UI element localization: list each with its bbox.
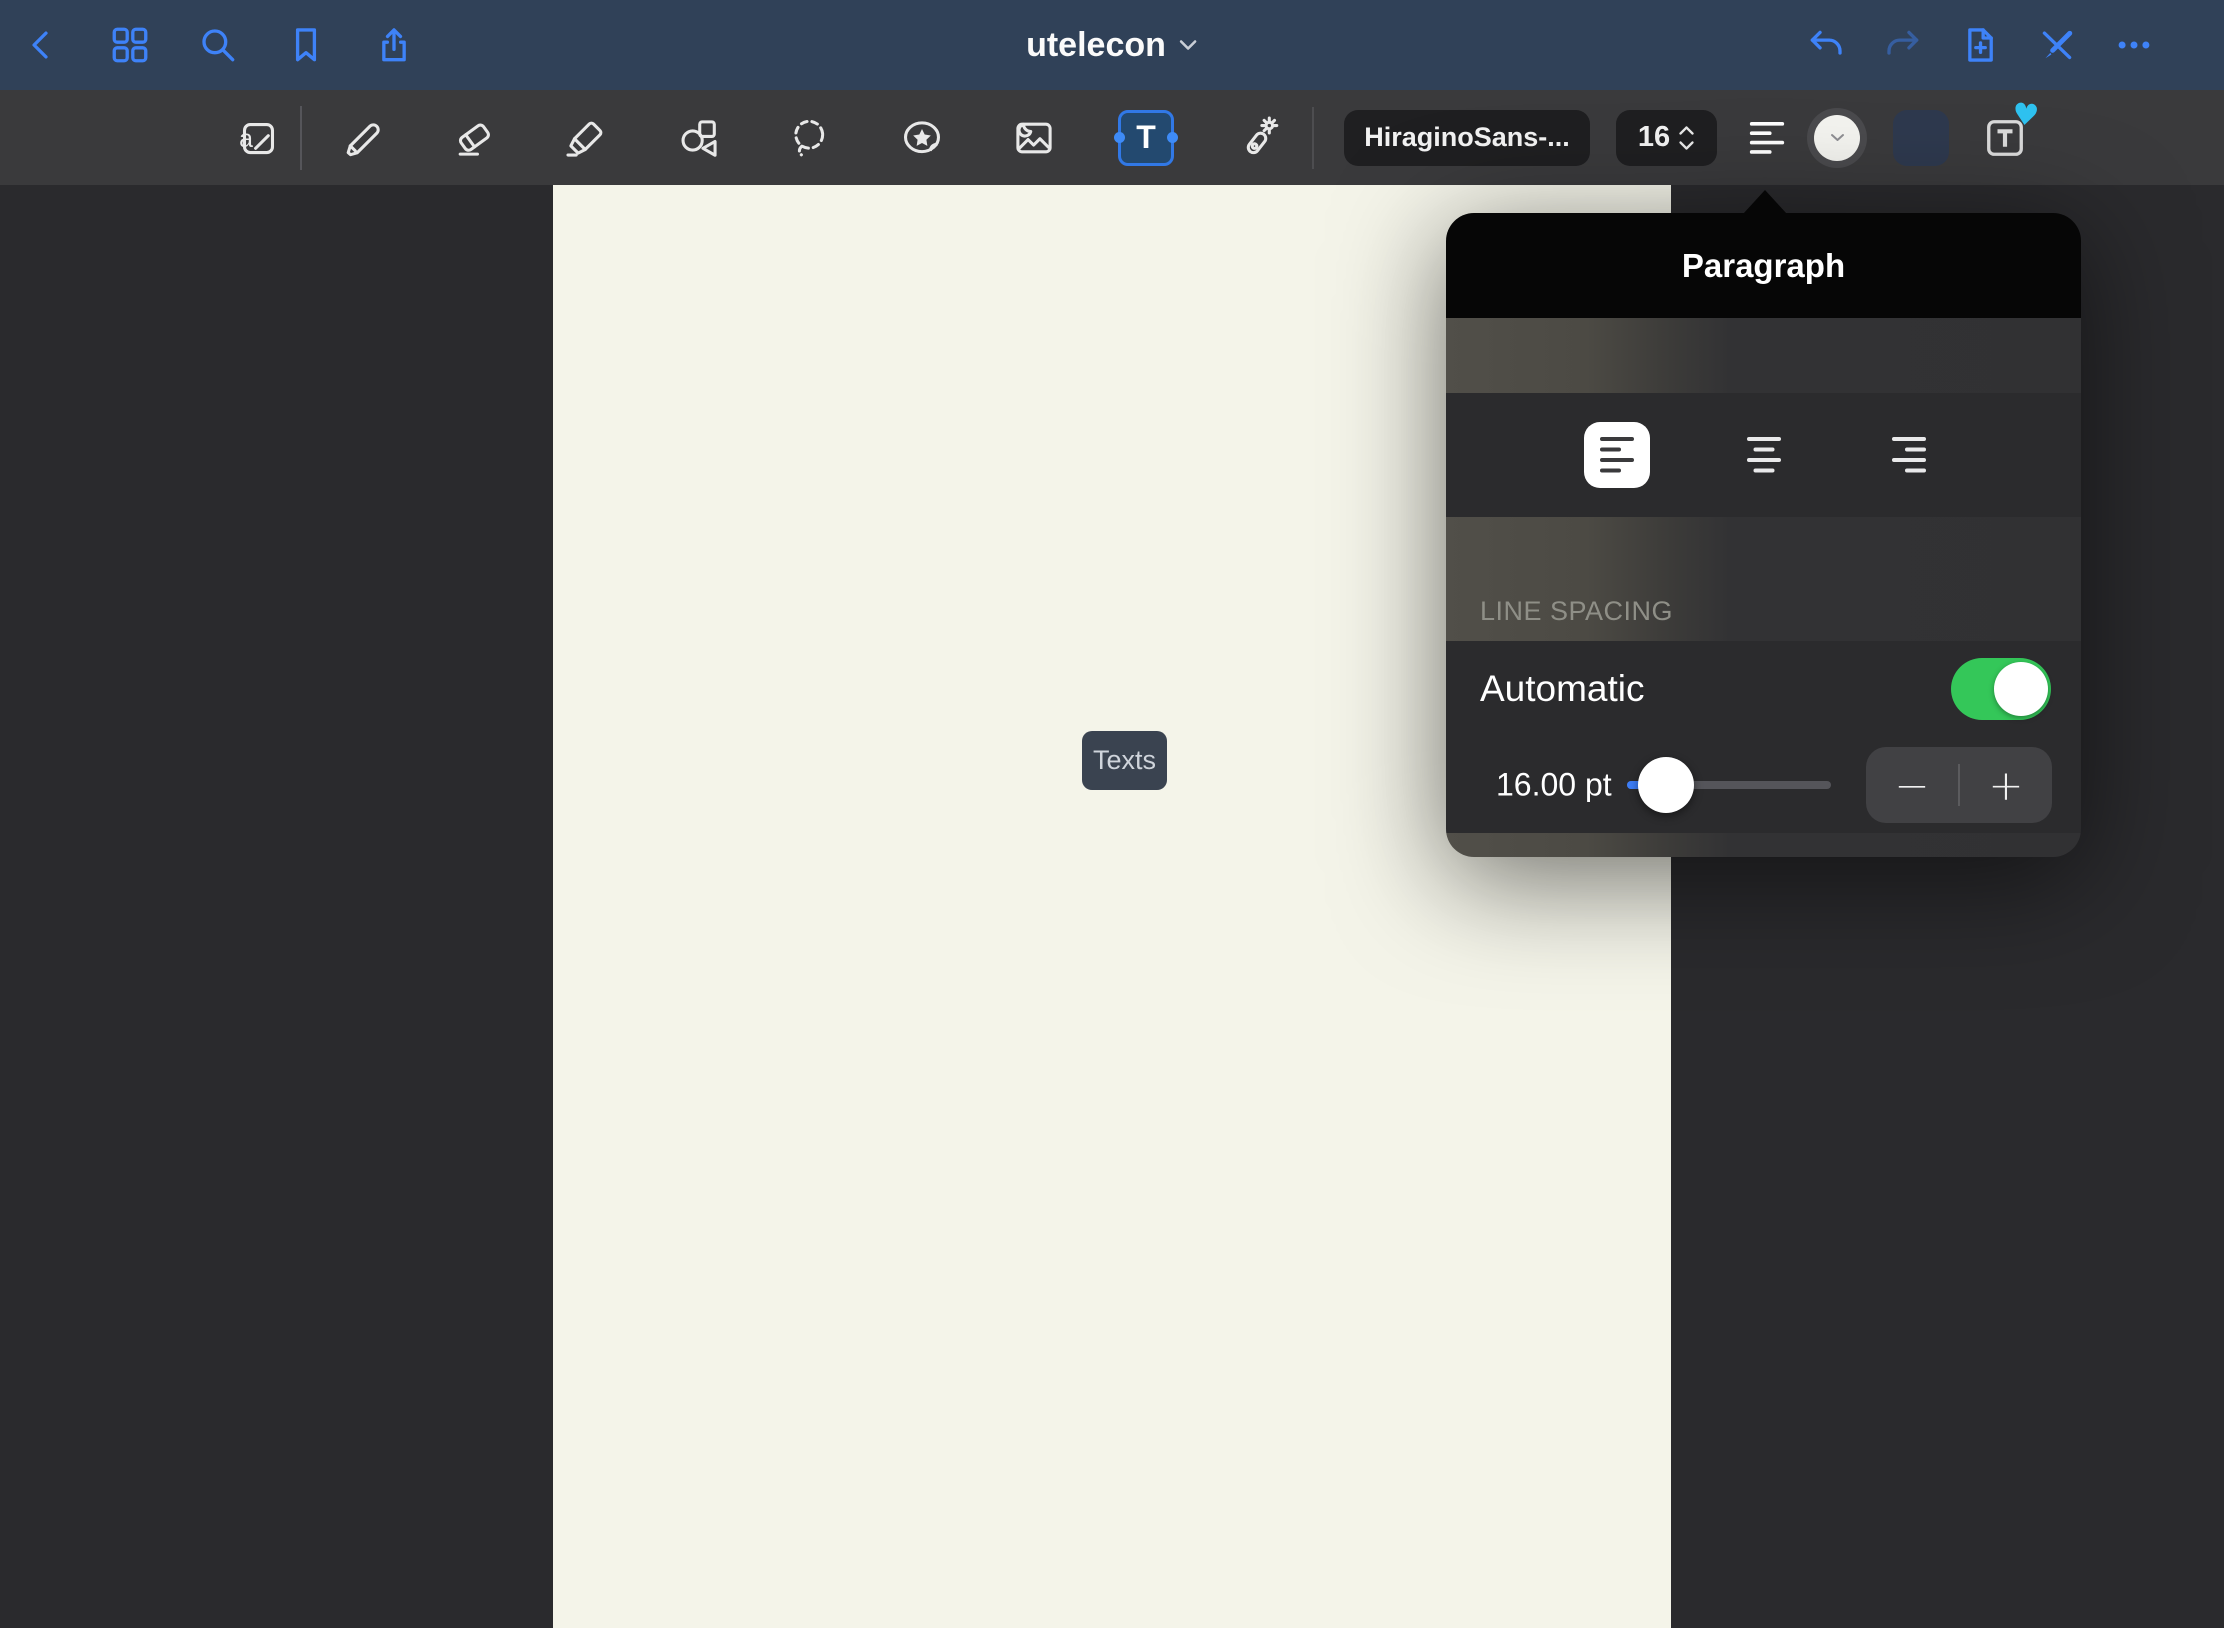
alignment-segmented-control bbox=[1446, 393, 2081, 517]
pen-toggle-button[interactable] bbox=[2029, 17, 2085, 73]
pen-tool-button[interactable] bbox=[334, 110, 390, 166]
stickers-tool-button[interactable] bbox=[894, 110, 950, 166]
document-title: utelecon bbox=[1026, 26, 1166, 65]
spacing-stepper: − + bbox=[1866, 747, 2052, 823]
toolbar-divider bbox=[300, 106, 302, 170]
text-tool-active-indicator: T bbox=[1118, 110, 1174, 166]
search-button[interactable] bbox=[190, 17, 246, 73]
canvas-area[interactable]: Texts Paragraph bbox=[0, 185, 2224, 1628]
toggle-knob bbox=[1994, 662, 2048, 716]
align-right-icon bbox=[1892, 437, 1926, 473]
laser-pointer-icon bbox=[1235, 115, 1281, 161]
input-mode-button[interactable]: a bbox=[228, 110, 284, 166]
align-left-icon bbox=[1600, 437, 1634, 473]
paragraph-align-icon bbox=[1749, 122, 1785, 154]
lasso-tool-button[interactable] bbox=[782, 110, 838, 166]
stickers-icon bbox=[899, 115, 945, 161]
eraser-icon bbox=[451, 115, 497, 161]
selection-handle-left bbox=[1114, 132, 1125, 143]
tools-toolbar: a T bbox=[0, 90, 2224, 185]
pages-overview-button[interactable] bbox=[102, 17, 158, 73]
navbar-right-group bbox=[1798, 17, 2224, 73]
automatic-row: Automatic bbox=[1446, 641, 2081, 737]
document-title-button[interactable]: utelecon bbox=[1026, 0, 1198, 90]
font-family-button[interactable]: HiraginoSans-... bbox=[1344, 110, 1590, 166]
paragraph-popover: Paragraph LINE SPACING bbox=[1446, 213, 2081, 857]
chevron-down-icon bbox=[1830, 133, 1845, 143]
chevron-up-down-icon bbox=[1678, 124, 1695, 152]
popover-title: Paragraph bbox=[1446, 213, 2081, 318]
increase-spacing-button[interactable]: + bbox=[1960, 747, 2052, 823]
pen-toggle-icon bbox=[2036, 24, 2078, 66]
line-spacing-section-header: LINE SPACING bbox=[1446, 517, 2081, 641]
text-controls-group: HiraginoSans-... 16 ♥ bbox=[1344, 90, 2033, 185]
image-tool-button[interactable] bbox=[1006, 110, 1062, 166]
spacing-value-label: 16.00 pt bbox=[1496, 767, 1612, 804]
bookmark-icon bbox=[285, 24, 327, 66]
input-mode-icon: a bbox=[233, 115, 279, 161]
line-spacing-label: LINE SPACING bbox=[1480, 596, 1673, 627]
favorite-text-style-button[interactable]: ♥ bbox=[1977, 110, 2033, 166]
goodnotes-screen: utelecon a bbox=[0, 0, 2224, 1628]
font-size-value: 16 bbox=[1638, 121, 1670, 154]
align-left-button-selected[interactable] bbox=[1584, 422, 1650, 488]
tool-group: a T bbox=[228, 90, 1314, 185]
font-size-stepper[interactable]: 16 bbox=[1616, 110, 1717, 166]
heart-icon: ♥ bbox=[2010, 96, 2040, 134]
laser-pointer-tool-button[interactable] bbox=[1230, 110, 1286, 166]
shapes-icon bbox=[675, 115, 721, 161]
undo-button[interactable] bbox=[1798, 17, 1854, 73]
bookmark-button[interactable] bbox=[278, 17, 334, 73]
svg-text:a: a bbox=[239, 125, 253, 153]
slider-knob[interactable] bbox=[1638, 757, 1694, 813]
share-icon bbox=[373, 24, 415, 66]
text-tool-button[interactable]: T bbox=[1118, 110, 1174, 166]
more-button[interactable] bbox=[2106, 17, 2162, 73]
align-right-button[interactable] bbox=[1892, 437, 1926, 473]
popover-body: Paragraph LINE SPACING bbox=[1446, 213, 2081, 857]
chevron-down-icon bbox=[1178, 38, 1198, 52]
top-navbar: utelecon bbox=[0, 0, 2224, 90]
spacing-value-row: 16.00 pt − + bbox=[1446, 737, 2081, 833]
automatic-toggle[interactable] bbox=[1951, 658, 2051, 720]
current-text-color bbox=[1814, 115, 1860, 161]
add-page-button[interactable] bbox=[1952, 17, 2008, 73]
pen-icon bbox=[339, 115, 385, 161]
popover-section-spacer bbox=[1446, 318, 2081, 393]
lasso-icon bbox=[787, 115, 833, 161]
image-icon bbox=[1011, 115, 1057, 161]
add-page-icon bbox=[1959, 24, 2001, 66]
eraser-tool-button[interactable] bbox=[446, 110, 502, 166]
redo-button[interactable] bbox=[1875, 17, 1931, 73]
more-icon bbox=[2113, 24, 2155, 66]
navbar-left-group bbox=[0, 17, 422, 73]
search-icon bbox=[197, 24, 239, 66]
toolbar-divider bbox=[1312, 107, 1314, 169]
share-button[interactable] bbox=[366, 17, 422, 73]
selection-handle-right bbox=[1167, 132, 1178, 143]
undo-icon bbox=[1805, 24, 1847, 66]
align-center-button[interactable] bbox=[1747, 437, 1781, 473]
redo-icon bbox=[1882, 24, 1924, 66]
highlighter-icon bbox=[563, 115, 609, 161]
popover-footer bbox=[1446, 833, 2081, 857]
popover-arrow bbox=[1743, 190, 1787, 214]
text-object[interactable]: Texts bbox=[1082, 731, 1167, 790]
shapes-tool-button[interactable] bbox=[670, 110, 726, 166]
align-center-icon bbox=[1747, 437, 1781, 473]
text-background-swatch[interactable] bbox=[1893, 110, 1949, 166]
paragraph-options-button[interactable] bbox=[1739, 110, 1795, 166]
back-icon bbox=[23, 26, 61, 64]
highlighter-tool-button[interactable] bbox=[558, 110, 614, 166]
text-color-swatch[interactable] bbox=[1807, 108, 1867, 168]
line-spacing-controls: Automatic 16.00 pt − + bbox=[1446, 641, 2081, 833]
back-button[interactable] bbox=[14, 17, 70, 73]
automatic-label: Automatic bbox=[1480, 668, 1645, 710]
font-family-label: HiraginoSans-... bbox=[1364, 122, 1570, 153]
decrease-spacing-button[interactable]: − bbox=[1866, 747, 1958, 823]
pages-overview-icon bbox=[109, 24, 151, 66]
